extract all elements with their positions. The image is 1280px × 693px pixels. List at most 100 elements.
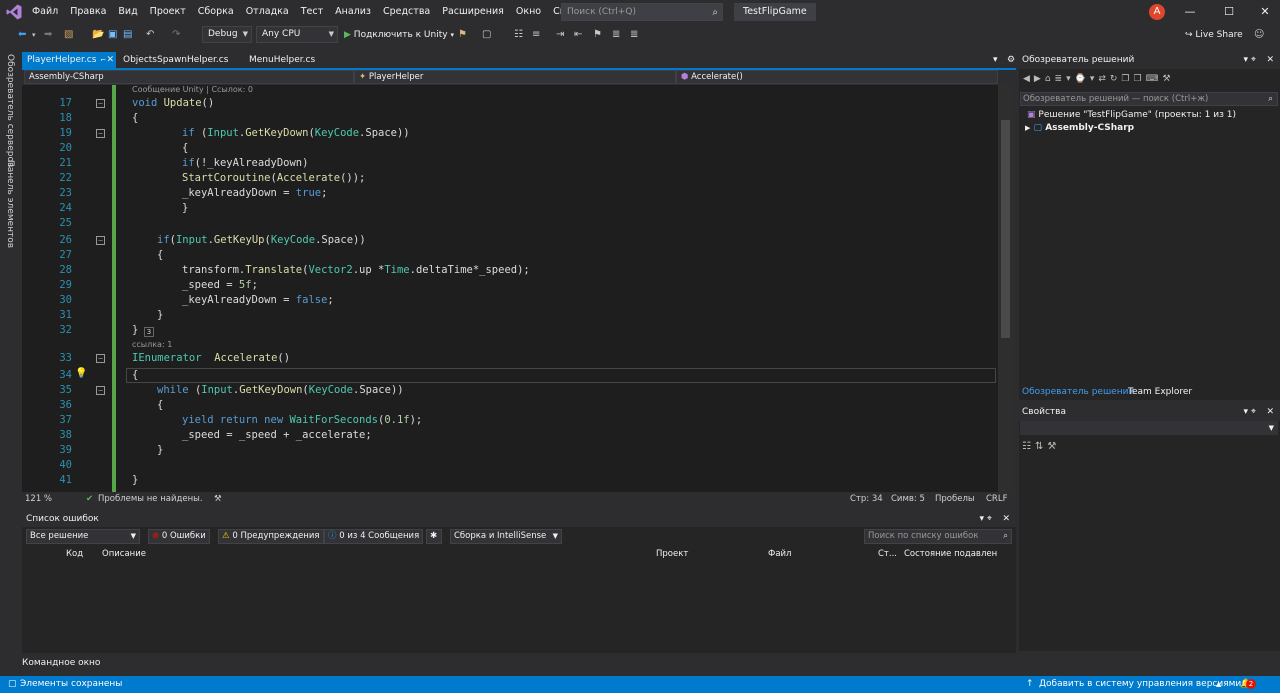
close-icon[interactable]: ✕ [1250,0,1280,24]
feedback-icon[interactable]: ☺ [1254,27,1264,43]
open-folder-icon[interactable]: 📂 [92,27,104,43]
code-line[interactable]: 29 _speed = 5f; [22,278,998,293]
column-line[interactable]: Ст... [878,547,897,561]
collapse-icon[interactable]: − [96,129,105,138]
collapse-icon[interactable]: − [96,99,105,108]
quick-search-input[interactable]: Поиск (Ctrl+Q) ⌕ [561,3,723,21]
tab-dropdown-icon[interactable]: ▾ [988,52,1003,68]
code-line[interactable]: 32} [22,323,998,338]
pin-icon[interactable]: ⌐ [100,52,106,68]
outdent-icon[interactable]: ⇤ [574,27,582,43]
tab-objects-spawn-helper[interactable]: ObjectsSpawnHelper.cs [118,52,233,68]
zoom-level[interactable]: 121 % [25,492,52,507]
scope-select[interactable]: Все решение ▼ [26,529,140,544]
messages-filter-button[interactable]: ⓘ 0 из 4 Сообщения [324,529,424,544]
code-line[interactable]: 36 { [22,398,998,413]
code-line[interactable]: 35 − while (Input.GetKeyDown(KeyCode.Space… [22,383,998,398]
code-line[interactable]: 21 if(!_keyAlreadyDown) [22,156,998,171]
code-line[interactable]: 38 _speed = _speed + _accelerate; [22,428,998,443]
team-explorer-tab[interactable]: Team Explorer [1128,386,1192,398]
menu-file[interactable]: Файл [26,0,64,24]
code-line[interactable]: 27 { [22,248,998,263]
menu-build[interactable]: Сборка [192,0,240,24]
close-icon[interactable]: ✕ [106,52,114,68]
menu-test[interactable]: Тест [295,0,329,24]
indent-icon[interactable]: ⇥ [556,27,564,43]
back-icon[interactable]: ⬅ [18,27,26,43]
code-line[interactable]: 31} [22,308,998,323]
close-icon[interactable]: ✕ [1002,511,1010,527]
live-share-button[interactable]: ↪ Live Share [1185,27,1243,43]
code-line[interactable]: 41} [22,473,998,488]
column-code[interactable]: Код [66,547,83,561]
code-line[interactable]: 18 { [22,111,998,126]
code-line[interactable]: 30 _keyAlreadyDown = false; [22,293,998,308]
close-icon[interactable]: ✕ [1266,52,1274,69]
build-filter-select[interactable]: Сборка и IntelliSense ▼ [450,529,562,544]
code-line[interactable]: 17 − void Update() [22,96,998,111]
tab-player-helper[interactable]: PlayerHelper.cs ⌐ ✕ [22,52,116,68]
avatar[interactable]: A [1149,4,1165,20]
codelens-update[interactable]: Сообщение Unity | Ссылок: 0 [132,85,253,94]
add-to-source-control[interactable]: Добавить в систему управления версиями [1039,676,1241,693]
code-line[interactable]: 26 − if(Input.GetKeyUp(KeyCode.Space)) [22,233,998,248]
menu-project[interactable]: Проект [144,0,192,24]
layout-icon[interactable]: ☷ [514,27,523,43]
code-line[interactable]: 40 [22,458,998,473]
lightbulb-icon[interactable]: 💡 [75,368,87,379]
collapsed-region-badge[interactable]: 3 [144,327,154,337]
maximize-icon[interactable]: ☐ [1214,0,1244,24]
column-suppression[interactable]: Состояние подавлен [904,547,997,561]
code-line[interactable]: 39} [22,443,998,458]
menu-view[interactable]: Вид [112,0,143,24]
menu-analyze[interactable]: Анализ [329,0,377,24]
capture-icon[interactable]: ▢ [482,27,491,43]
comment-icon[interactable]: ≣ [612,27,620,43]
code-line[interactable]: 22 StartCoroutine(Accelerate()); [22,171,998,186]
menu-debug[interactable]: Отладка [240,0,295,24]
properties-toolbar[interactable]: ☷⇅⚒ [1022,441,1060,452]
dropdown-icon[interactable]: ▾ [32,27,36,43]
code-line[interactable]: 19 − if (Input.GetKeyDown(KeyCode.Space)) [22,126,998,141]
error-search-input[interactable]: Поиск по списку ошибок ⌕ [864,529,1012,544]
toolbox-tab[interactable]: Панель элементов [5,160,15,248]
member-select[interactable]: ⬢ Accelerate() [676,70,998,84]
new-item-icon[interactable]: ▧ [64,27,73,43]
collapse-icon[interactable]: − [96,386,105,395]
undo-icon[interactable]: ↶ [146,27,154,43]
chevron-up-icon[interactable]: ▲ [1216,676,1221,693]
menu-extensions[interactable]: Расширения [436,0,510,24]
config-select[interactable]: Debug ▼ [202,26,252,43]
properties-object-select[interactable]: ▼ [1020,421,1278,435]
format-icon[interactable]: ≡ [532,27,540,43]
platform-select[interactable]: Any CPU ▼ [256,26,338,43]
close-icon[interactable]: ✕ [1266,404,1274,421]
pin-icon[interactable]: ▾ ⌖ [1244,52,1256,69]
settings-icon[interactable]: ⚙ [1002,52,1020,68]
column-description[interactable]: Описание [102,547,146,561]
pin-icon[interactable]: ▾ ⌖ [980,511,992,527]
minimize-icon[interactable]: — [1175,0,1205,24]
class-select[interactable]: ✦ PlayerHelper [354,70,676,84]
filter-icon[interactable]: ✱ [426,529,442,544]
code-line[interactable]: 33 − IEnumerator Accelerate() [22,351,998,366]
solution-explorer-tab[interactable]: Обозреватель решений [1022,386,1134,398]
line-ending[interactable]: CRLF [986,492,1007,507]
problems-status[interactable]: Проблемы не найдены. [98,492,203,507]
debug-icon[interactable]: ⚑ [458,27,467,43]
code-line[interactable]: 25 [22,216,998,231]
solution-node[interactable]: ▣ Решение "TestFlipGame" (проекты: 1 из … [1027,109,1236,121]
code-line[interactable]: 34 { [22,368,998,383]
solution-explorer-toolbar[interactable]: ◀▶⌂≣▾⌚▾⇄↻❐❒⌨⚒ [1023,73,1175,85]
save-all-icon[interactable]: ▤ [123,27,132,43]
codelens-accelerate[interactable]: ссылка: 1 [132,340,172,349]
menu-tools[interactable]: Средства [377,0,436,24]
cleanup-icon[interactable]: ⚒ [214,492,222,507]
code-line[interactable]: 24} [22,201,998,216]
project-node[interactable]: ▶ ▢ Assembly-CSharp [1025,122,1134,134]
server-explorer-tab[interactable]: Обозреватель серверов [5,54,15,167]
solution-search-input[interactable]: Обозреватель решений — поиск (Ctrl+ж) ⌕ [1020,92,1278,106]
attach-unity-button[interactable]: ▶ Подключить к Unity ▾ [344,27,454,43]
menu-window[interactable]: Окно [510,0,547,24]
save-icon[interactable]: ▣ [108,27,117,43]
